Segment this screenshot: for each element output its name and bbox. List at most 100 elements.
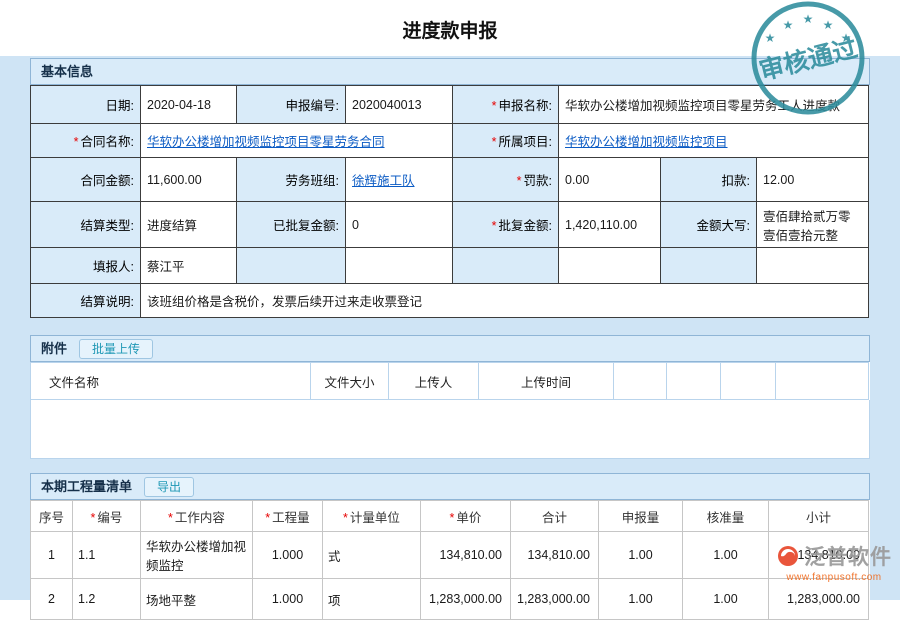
qty-cell-index: 1 <box>31 532 73 579</box>
amount-in-words-value: 壹佰肆拾贰万零壹佰壹拾元整 <box>757 202 869 248</box>
empty-value-cell <box>757 248 869 284</box>
declare-name-value: 华软办公楼增加视频监控项目零星劳务工人进度款 <box>559 86 869 124</box>
qty-header-unit-price: *单价 <box>421 501 511 532</box>
date-value: 2020-04-18 <box>141 86 237 124</box>
required-icon: * <box>492 219 497 233</box>
qty-header-approved-qty: 核准量 <box>683 501 769 532</box>
qty-cell-work-content: 场地平整 <box>141 579 253 620</box>
filler-label: 填报人: <box>31 248 141 284</box>
approved-before-label: 已批复金额: <box>237 202 346 248</box>
declare-no-value: 2020040013 <box>346 86 453 124</box>
title-bar: 进度款申报 <box>0 0 900 56</box>
qty-header-work-content: *工作内容 <box>141 501 253 532</box>
attachment-header-uploader: 上传人 <box>389 363 479 400</box>
attachments-empty-area <box>30 400 870 459</box>
labor-team-value: 徐辉施工队 <box>346 158 453 202</box>
attachment-header-file-size: 文件大小 <box>311 363 389 400</box>
deduction-label: 扣款: <box>661 158 757 202</box>
deduction-value: 12.00 <box>757 158 869 202</box>
required-icon: * <box>450 511 455 525</box>
quantity-list-table: 序号 *编号 *工作内容 *工程量 *计量单位 *单价 合计 申报量 核准量 小… <box>30 500 869 620</box>
empty-label-cell <box>661 248 757 284</box>
qty-cell-work-content: 华软办公楼增加视频监控 <box>141 532 253 579</box>
labor-team-link[interactable]: 徐辉施工队 <box>352 174 415 188</box>
required-icon: * <box>168 511 173 525</box>
attachments-section-header: 附件 批量上传 <box>30 335 870 362</box>
qty-cell-total: 134,810.00 <box>511 532 599 579</box>
qty-cell-approved-qty: 1.00 <box>683 579 769 620</box>
qty-cell-code: 1.1 <box>73 532 141 579</box>
penalty-label: *罚款: <box>453 158 559 202</box>
empty-label-cell <box>453 248 559 284</box>
contract-amount-value: 11,600.00 <box>141 158 237 202</box>
batch-upload-button[interactable]: 批量上传 <box>79 339 153 359</box>
table-row: 1 1.1 华软办公楼增加视频监控 1.000 式 134,810.00 134… <box>31 532 869 579</box>
qty-header-index: 序号 <box>31 501 73 532</box>
attachments-panel: 附件 批量上传 文件名称 文件大小 上传人 上传时间 <box>30 335 870 459</box>
export-button[interactable]: 导出 <box>144 477 194 497</box>
qty-header-code: *编号 <box>73 501 141 532</box>
empty-label-cell <box>237 248 346 284</box>
qty-cell-index: 2 <box>31 579 73 620</box>
settlement-type-value: 进度结算 <box>141 202 237 248</box>
attachments-table: 文件名称 文件大小 上传人 上传时间 <box>30 362 869 400</box>
settlement-note-label: 结算说明: <box>31 284 141 318</box>
qty-cell-declared-qty: 1.00 <box>599 532 683 579</box>
contract-amount-label: 合同金额: <box>31 158 141 202</box>
required-icon: * <box>492 135 497 149</box>
quantity-list-title: 本期工程量清单 <box>41 473 132 500</box>
required-icon: * <box>343 511 348 525</box>
qty-cell-subtotal: 1,283,000.00 <box>769 579 869 620</box>
approved-amount-value: 1,420,110.00 <box>559 202 661 248</box>
empty-value-cell <box>346 248 453 284</box>
contract-name-link[interactable]: 华软办公楼增加视频监控项目零星劳务合同 <box>147 135 385 149</box>
qty-cell-quantity: 1.000 <box>253 532 323 579</box>
settlement-type-label: 结算类型: <box>31 202 141 248</box>
qty-header-declared-qty: 申报量 <box>599 501 683 532</box>
labor-team-label: 劳务班组: <box>237 158 346 202</box>
qty-cell-approved-qty: 1.00 <box>683 532 769 579</box>
empty-value-cell <box>559 248 661 284</box>
contract-name-value: 华软办公楼增加视频监控项目零星劳务合同 <box>141 124 453 158</box>
attachment-header-empty <box>776 363 869 400</box>
quantity-list-section-header: 本期工程量清单 导出 <box>30 473 870 500</box>
project-value: 华软办公楼增加视频监控项目 <box>559 124 869 158</box>
required-icon: * <box>265 511 270 525</box>
basic-info-title: 基本信息 <box>41 58 93 85</box>
quantity-list-panel: 本期工程量清单 导出 序号 *编号 *工作内容 *工程量 *计量单位 *单价 合… <box>30 473 870 620</box>
required-icon: * <box>91 511 96 525</box>
basic-info-table: 日期: 2020-04-18 申报编号: 2020040013 *申报名称: 华… <box>30 85 869 318</box>
qty-cell-quantity: 1.000 <box>253 579 323 620</box>
qty-cell-unit: 项 <box>323 579 421 620</box>
qty-header-unit: *计量单位 <box>323 501 421 532</box>
attachment-header-file-name: 文件名称 <box>31 363 311 400</box>
project-label: *所属项目: <box>453 124 559 158</box>
attachment-header-empty <box>614 363 667 400</box>
attachments-title: 附件 <box>41 335 67 362</box>
date-label: 日期: <box>31 86 141 124</box>
filler-value: 蔡江平 <box>141 248 237 284</box>
page-content: 基本信息 日期: 2020-04-18 申报编号: 2020040013 *申报… <box>0 56 900 600</box>
basic-info-section-header: 基本信息 <box>30 58 870 85</box>
amount-in-words-label: 金额大写: <box>661 202 757 248</box>
qty-header-total: 合计 <box>511 501 599 532</box>
approved-amount-label: *批复金额: <box>453 202 559 248</box>
qty-cell-code: 1.2 <box>73 579 141 620</box>
required-icon: * <box>74 135 79 149</box>
qty-cell-unit: 式 <box>323 532 421 579</box>
qty-cell-total: 1,283,000.00 <box>511 579 599 620</box>
attachment-header-empty <box>721 363 776 400</box>
settlement-note-value: 该班组价格是含税价，发票后续开过来走收票登记 <box>141 284 869 318</box>
attachment-header-empty <box>667 363 721 400</box>
page-title: 进度款申报 <box>402 16 497 43</box>
qty-header-subtotal: 小计 <box>769 501 869 532</box>
qty-cell-declared-qty: 1.00 <box>599 579 683 620</box>
table-row: 2 1.2 场地平整 1.000 项 1,283,000.00 1,283,00… <box>31 579 869 620</box>
required-icon: * <box>517 174 522 188</box>
required-icon: * <box>492 99 497 113</box>
qty-cell-unit-price: 134,810.00 <box>421 532 511 579</box>
qty-cell-subtotal: 134,810.00 <box>769 532 869 579</box>
declare-name-label: *申报名称: <box>453 86 559 124</box>
qty-header-quantity: *工程量 <box>253 501 323 532</box>
project-link[interactable]: 华软办公楼增加视频监控项目 <box>565 135 728 149</box>
